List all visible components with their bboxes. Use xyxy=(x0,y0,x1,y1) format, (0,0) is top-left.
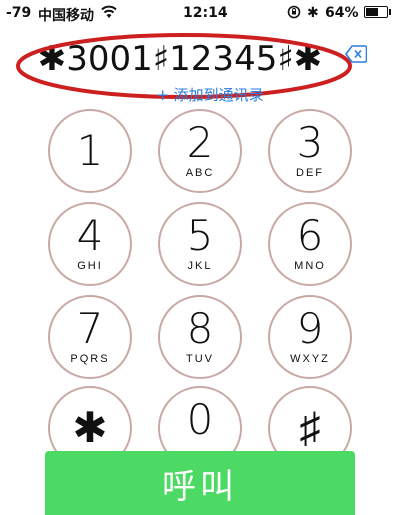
key-1[interactable]: 1 xyxy=(48,109,132,193)
key-5[interactable]: 5 JKL xyxy=(158,202,242,286)
key-letters: JKL xyxy=(187,260,213,272)
key-digit: 9 xyxy=(296,304,324,353)
key-letters: GHI xyxy=(77,260,103,272)
key-digit: ♯ xyxy=(299,403,321,452)
key-2[interactable]: 2 ABC xyxy=(158,109,242,193)
key-letters: MNO xyxy=(294,260,326,272)
key-8[interactable]: 8 TUV xyxy=(158,295,242,379)
key-digit: 4 xyxy=(76,211,104,260)
key-6[interactable]: 6 MNO xyxy=(268,202,352,286)
call-button[interactable]: 呼叫 xyxy=(45,451,355,515)
key-digit: 5 xyxy=(186,211,214,260)
key-digit: 0 xyxy=(186,395,214,444)
key-letters: TUV xyxy=(186,353,214,365)
key-digit: 1 xyxy=(76,126,104,175)
key-digit: 7 xyxy=(76,304,104,353)
key-4[interactable]: 4 GHI xyxy=(48,202,132,286)
key-letters: WXYZ xyxy=(290,353,330,365)
key-digit: 6 xyxy=(296,211,324,260)
key-digit: 2 xyxy=(186,118,214,167)
key-letters: DEF xyxy=(296,167,324,179)
keypad: 1 2 ABC 3 DEF 4 GHI 5 JKL 6 MNO 7 PQRS 8… xyxy=(0,0,400,515)
call-button-label: 呼叫 xyxy=(162,467,238,507)
key-7[interactable]: 7 PQRS xyxy=(48,295,132,379)
key-letters: PQRS xyxy=(70,353,110,365)
key-digit: 3 xyxy=(296,118,324,167)
key-digit: 8 xyxy=(186,304,214,353)
key-letters: ABC xyxy=(185,167,215,179)
key-9[interactable]: 9 WXYZ xyxy=(268,295,352,379)
key-3[interactable]: 3 DEF xyxy=(268,109,352,193)
key-digit: ✱ xyxy=(72,403,108,452)
